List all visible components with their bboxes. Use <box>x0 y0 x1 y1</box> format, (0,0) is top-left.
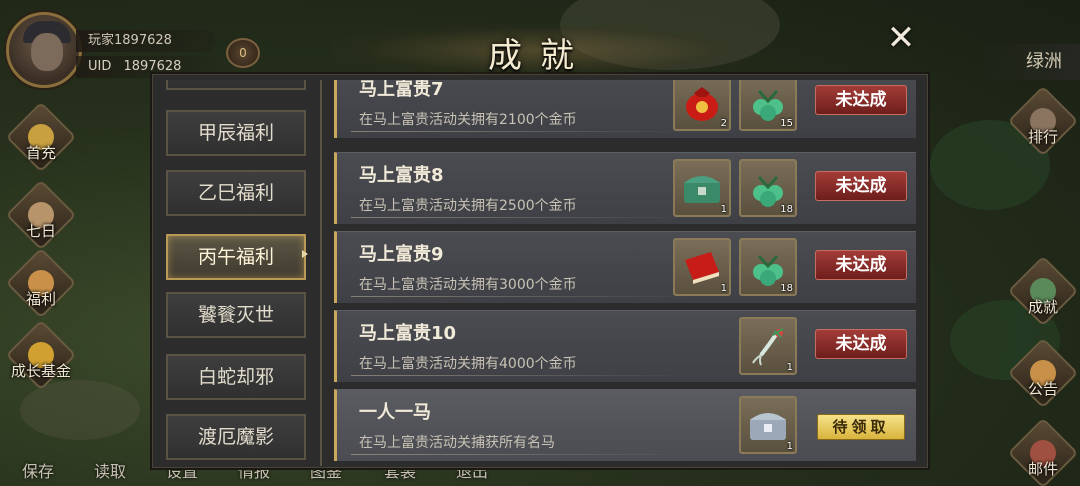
side-button-label: 福利 <box>25 290 56 308</box>
reward-count: 2 <box>720 118 727 129</box>
side-button-ranking[interactable]: 排行 <box>1004 85 1080 157</box>
category-list: 甲辰福利 乙巳福利 丙午福利 饕餮灭世 白蛇却邪 渡厄魔影 <box>164 80 310 464</box>
category-tab-yisi[interactable]: 乙巳福利 <box>166 170 306 216</box>
achievement-title: 一人一马 <box>359 402 431 423</box>
side-button-first-charge[interactable]: 首充 <box>2 101 80 173</box>
achievement-row: 一人一马 在马上富贵活动关捕获所有名马 1 待领取 <box>334 389 916 461</box>
row-underline <box>351 454 691 455</box>
reward-count: 1 <box>720 204 727 215</box>
category-tab-jiachen[interactable]: 甲辰福利 <box>166 110 306 156</box>
category-tab-taotie[interactable]: 饕餮灭世 <box>166 292 306 338</box>
location-label: 绿洲 <box>980 44 1080 80</box>
reward-item[interactable]: 1 <box>673 159 731 217</box>
status-button-incomplete[interactable]: 未达成 <box>815 329 907 359</box>
row-underline <box>351 296 691 297</box>
avatar[interactable] <box>6 12 82 88</box>
side-button-label: 公告 <box>1027 380 1058 398</box>
row-underline <box>351 217 691 218</box>
reward-item[interactable]: 15 <box>739 80 797 131</box>
side-button-label: 排行 <box>1027 128 1058 146</box>
side-button-notice[interactable]: 公告 <box>1004 337 1080 409</box>
vip-badge[interactable]: 0 <box>226 38 260 68</box>
spirit-root-icon <box>752 328 784 366</box>
reward-item[interactable]: 1 <box>739 317 797 375</box>
achievement-row: 马上富贵10 在马上富贵活动关拥有4000个金币 1 未达成 <box>334 310 916 382</box>
side-button-achievement[interactable]: 成就 <box>1004 255 1080 327</box>
dialog-title: 成就 <box>488 36 592 76</box>
row-underline <box>351 375 691 376</box>
jade-gem-icon <box>753 89 783 121</box>
claim-button[interactable]: 待领取 <box>817 414 905 440</box>
side-button-seven-days[interactable]: 七日 <box>2 179 80 251</box>
side-button-mail[interactable]: 邮件 <box>1004 417 1080 486</box>
achievement-title: 马上富贵8 <box>359 165 444 186</box>
face-icon <box>31 33 63 71</box>
category-tab-due[interactable]: 渡厄魔影 <box>166 414 306 460</box>
uid-label: UID <box>88 59 112 74</box>
side-button-label: 成长基金 <box>10 362 71 380</box>
bottom-item-load[interactable]: 读取 <box>94 458 126 482</box>
close-icon[interactable]: ✕ <box>884 21 918 56</box>
category-tab-bingwu[interactable]: 丙午福利 <box>166 234 306 280</box>
status-button-incomplete[interactable]: 未达成 <box>815 171 907 201</box>
achievement-row: 马上富贵8 在马上富贵活动关拥有2500个金币 1 18 未达成 <box>334 152 916 224</box>
category-tab-baishe[interactable]: 白蛇却邪 <box>166 354 306 400</box>
achievement-desc: 在马上富贵活动关捕获所有名马 <box>359 435 555 451</box>
status-button-incomplete[interactable]: 未达成 <box>815 85 907 115</box>
reward-count: 1 <box>786 441 793 452</box>
category-tab[interactable] <box>166 80 306 90</box>
reward-item[interactable]: 18 <box>739 159 797 217</box>
background-rock <box>20 380 140 440</box>
achievement-list[interactable]: 马上富贵7 在马上富贵活动关拥有2100个金币 2 15 未达成 马上富贵8 在… <box>334 80 918 466</box>
achievement-desc: 在马上富贵活动关拥有3000个金币 <box>359 277 577 293</box>
jade-gem-icon <box>753 175 783 207</box>
side-button-welfare[interactable]: 福利 <box>2 247 80 319</box>
jade-chest-icon <box>684 176 720 203</box>
red-pouch-icon <box>686 87 718 121</box>
achievement-title: 马上富贵10 <box>359 323 457 344</box>
reward-count: 15 <box>780 118 793 129</box>
side-button-growth-fund[interactable]: 成长基金 <box>2 319 80 391</box>
achievement-title: 马上富贵7 <box>359 80 444 100</box>
side-button-label: 首充 <box>25 144 56 162</box>
achievement-desc: 在马上富贵活动关拥有4000个金币 <box>359 356 577 372</box>
reward-count: 18 <box>780 204 793 215</box>
row-underline <box>351 131 691 132</box>
reward-item[interactable]: 18 <box>739 238 797 296</box>
achievement-desc: 在马上富贵活动关拥有2500个金币 <box>359 198 577 214</box>
side-button-label: 邮件 <box>1027 460 1058 478</box>
bottom-item-save[interactable]: 保存 <box>22 458 54 482</box>
reward-item[interactable]: 2 <box>673 80 731 131</box>
player-name: 玩家1897628 <box>76 30 216 52</box>
side-button-label: 七日 <box>25 222 56 240</box>
side-button-label: 成就 <box>1027 298 1058 316</box>
achievement-desc: 在马上富贵活动关拥有2100个金币 <box>359 112 577 128</box>
reward-count: 18 <box>780 283 793 294</box>
active-tab-arrow-icon <box>302 250 308 258</box>
reward-count: 1 <box>720 283 727 294</box>
dialog-divider <box>320 80 322 466</box>
achievement-row: 马上富贵7 在马上富贵活动关拥有2100个金币 2 15 未达成 <box>334 80 916 138</box>
uid-value: 1897628 <box>123 59 182 74</box>
reward-item[interactable]: 1 <box>673 238 731 296</box>
red-book-icon <box>685 252 719 284</box>
reward-count: 1 <box>786 362 793 373</box>
silver-chest-icon <box>750 413 786 440</box>
achievement-row: 马上富贵9 在马上富贵活动关拥有3000个金币 1 18 未达成 <box>334 231 916 303</box>
status-button-incomplete[interactable]: 未达成 <box>815 250 907 280</box>
reward-item[interactable]: 1 <box>739 396 797 454</box>
achievement-title: 马上富贵9 <box>359 244 444 265</box>
jade-gem-icon <box>753 254 783 286</box>
